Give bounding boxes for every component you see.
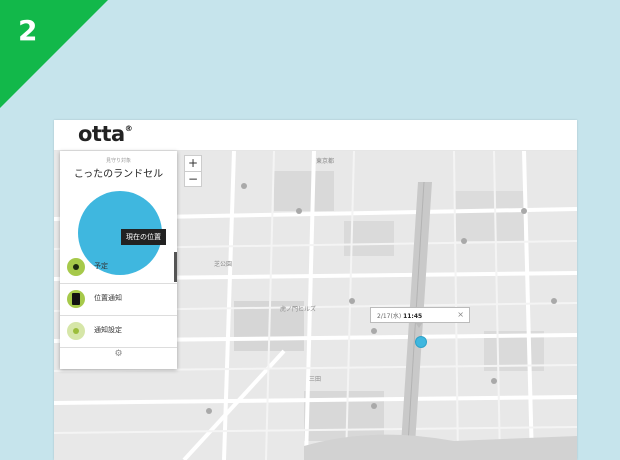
- gear-icon[interactable]: ⚙: [60, 349, 177, 359]
- map-label: 虎ノ門ヒルズ: [280, 305, 316, 313]
- top-bar: otta®: [54, 120, 577, 151]
- step-badge: [0, 0, 108, 108]
- menu-item-label: 通知設定: [94, 326, 122, 334]
- menu-item-schedule[interactable]: 予定: [60, 252, 177, 284]
- settings-dot-icon: [67, 322, 85, 340]
- panel-scrollbar[interactable]: [174, 252, 177, 282]
- map-label: 三田: [309, 376, 321, 383]
- menu-item-label: 位置通知: [94, 294, 122, 302]
- close-icon[interactable]: ×: [457, 310, 464, 319]
- phone-icon: [67, 290, 85, 308]
- location-marker[interactable]: [415, 336, 427, 348]
- device-panel: 見守り対象 こったのランドセル 現在の位置 予定 位置通知 通知設定 ⚙: [60, 151, 177, 369]
- otta-logo: otta®: [78, 122, 133, 146]
- menu-item-notification[interactable]: 位置通知: [60, 284, 177, 316]
- panel-menu: 予定 位置通知 通知設定: [60, 252, 177, 348]
- current-location-badge[interactable]: 現在の位置: [121, 229, 166, 245]
- zoom-in-button[interactable]: +: [185, 156, 201, 172]
- device-name: こったのランドセル: [73, 169, 164, 180]
- panel-subtitle: 見守り対象: [105, 158, 131, 164]
- popup-text: 2/17(水) 11:45: [377, 313, 423, 320]
- app-window: 東京都 虎ノ門ヒルズ 三田 芝公園 2/17(水) 11:45 × otta® …: [54, 120, 577, 460]
- zoom-control: + −: [184, 155, 202, 187]
- map-label: 東京都: [316, 157, 334, 165]
- map-label: 芝公園: [214, 260, 232, 268]
- step-number: 2: [18, 14, 38, 47]
- location-dot-icon: [67, 258, 85, 276]
- zoom-out-button[interactable]: −: [185, 172, 201, 187]
- menu-item-settings[interactable]: 通知設定: [60, 316, 177, 348]
- menu-item-label: 予定: [94, 262, 108, 270]
- location-time-popup[interactable]: 2/17(水) 11:45 ×: [370, 307, 470, 328]
